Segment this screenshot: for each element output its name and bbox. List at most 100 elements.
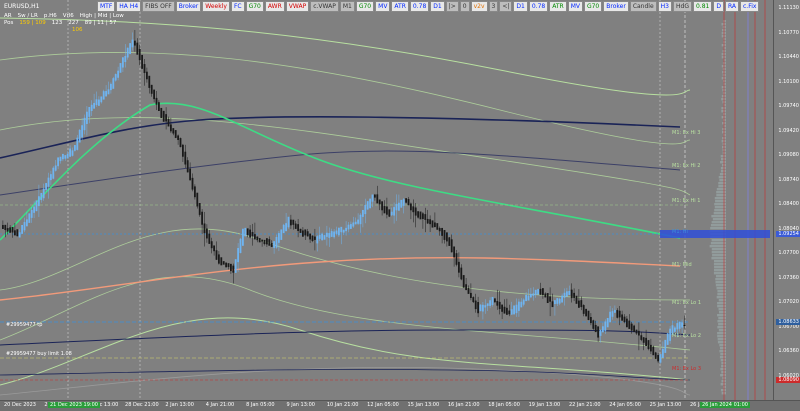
toolbar-button-g70[interactable]: G70	[583, 1, 603, 12]
toolbar-button--[interactable]: <|	[499, 1, 513, 12]
candle-body	[225, 262, 227, 268]
time-tick: 10 Jan 21:00	[326, 402, 359, 408]
toolbar-button-mtf[interactable]: MTF	[97, 1, 116, 12]
candle-body	[477, 302, 479, 314]
toolbar-button-awr[interactable]: AWR	[264, 1, 285, 12]
toolbar-button-0[interactable]: 0	[459, 1, 470, 12]
candle-body	[376, 194, 379, 204]
candle-body	[285, 223, 287, 232]
candle-body	[383, 206, 386, 214]
candle-body	[47, 177, 50, 187]
toolbar-button-c-vwap[interactable]: c.VWAP	[310, 1, 339, 12]
candle-body	[628, 320, 631, 329]
time-axis: 20 Dec 202321 Dec 13:0027 Dec 13:0028 De…	[0, 400, 800, 411]
toolbar-button-v2v[interactable]: v2v	[470, 1, 488, 12]
candle-body	[479, 304, 482, 312]
candle-body	[83, 117, 86, 131]
toolbar-button-g70[interactable]: G70	[355, 1, 375, 12]
toolbar-button-0-78[interactable]: 0.78	[528, 1, 549, 12]
toolbar-button-atr[interactable]: ATR	[549, 1, 567, 12]
candle-body	[489, 300, 491, 306]
candle-body	[263, 239, 266, 245]
toolbar-button-broker[interactable]: Broker	[603, 1, 629, 12]
candle-body	[167, 118, 170, 127]
candle-body	[215, 250, 218, 260]
volume-profile-bar	[717, 320, 726, 323]
toolbar-button-hdg[interactable]: HdG	[673, 1, 692, 12]
volume-profile-bar	[722, 92, 726, 95]
toolbar-button-fc[interactable]: FC	[230, 1, 245, 12]
volume-profile-bar	[720, 170, 726, 173]
candle-body	[633, 325, 635, 332]
toolbar-button-m1[interactable]: M1	[339, 1, 355, 12]
toolbar-button-0-78[interactable]: 0.78	[409, 1, 430, 12]
candle-body	[196, 192, 199, 207]
volume-profile-bar	[718, 323, 726, 326]
candle-body	[482, 304, 484, 312]
toolbar-button-d1[interactable]: D1	[430, 1, 445, 12]
volume-profile-bar	[718, 176, 726, 179]
candle-body	[359, 214, 362, 225]
toolbar-button-mv[interactable]: MV	[375, 1, 391, 12]
candle-body	[155, 97, 158, 105]
toolbar-button-vwap[interactable]: VWAP	[285, 1, 310, 12]
candle-body	[335, 230, 338, 234]
candle-body	[381, 201, 383, 211]
candle-body	[122, 57, 124, 68]
candle-body	[256, 236, 259, 241]
candle-body	[438, 227, 441, 232]
candle-body	[623, 316, 626, 323]
toolbar-button-atr[interactable]: ATR	[391, 1, 409, 12]
toolbar-button-c-fix[interactable]: c.Fix	[740, 1, 760, 12]
toolbar-button-ra[interactable]: RA	[724, 1, 739, 12]
volume-profile-bar	[716, 194, 726, 197]
candle-body	[664, 339, 667, 353]
candle-body	[172, 128, 175, 134]
toolbar-button-broker[interactable]: Broker	[175, 1, 202, 12]
candle-body	[549, 296, 551, 302]
toolbar-button-h3[interactable]: H3	[657, 1, 672, 12]
candle-body	[419, 211, 422, 220]
toolbar-button-ha-h4[interactable]: HA H4	[116, 1, 142, 12]
candle-body	[95, 99, 98, 106]
toolbar-button-fibs-off[interactable]: FIBS OFF	[142, 1, 175, 12]
toolbar-button-3[interactable]: 3	[488, 1, 499, 12]
candle-body	[21, 224, 23, 234]
chart-area[interactable]: EURUSD,H1 AR Sw / LR p.H6 Vrl6 High | Mi…	[0, 0, 773, 400]
toolbar-button-mv[interactable]: MV	[567, 1, 583, 12]
candle-body	[28, 213, 31, 223]
candle-body	[174, 130, 177, 138]
toolbar-button--[interactable]: |>	[445, 1, 459, 12]
toolbar-button-candle[interactable]: Candle	[629, 1, 657, 12]
candle-body	[328, 233, 331, 238]
candle-body	[561, 295, 563, 303]
candle-body	[86, 111, 88, 124]
time-tick: 24 Jan 05:00	[609, 402, 641, 408]
candle-body	[340, 226, 343, 233]
candle-body	[134, 40, 136, 46]
candle-body	[64, 155, 67, 159]
candle-body	[201, 211, 203, 225]
candle-body	[162, 110, 165, 122]
candle-body	[503, 306, 506, 314]
toolbar-button-0-81[interactable]: 0.81	[692, 1, 713, 12]
candle-body	[158, 102, 160, 111]
volume-profile-bar	[719, 356, 726, 359]
time-tick: 19 Jan 13:00	[528, 402, 561, 408]
toolbar-button-d[interactable]: D	[713, 1, 724, 12]
volume-profile-bar	[710, 227, 726, 230]
toolbar-button-weekly[interactable]: Weekly	[202, 1, 230, 12]
volume-profile-bar	[720, 155, 726, 158]
stats-header: AR Sw / LR p.H6 Vrl6 High | Mid | Low	[4, 13, 124, 20]
candle-body	[146, 71, 148, 80]
candle-body	[131, 39, 134, 48]
candle-body	[153, 89, 155, 100]
candle-body	[18, 232, 21, 238]
time-tick: 4 Jan 21:00	[205, 402, 235, 408]
toolbar-button-g70[interactable]: G70	[245, 1, 264, 12]
volume-profile-bar	[723, 41, 726, 44]
toolbar-button-d1[interactable]: D1	[513, 1, 528, 12]
candle-body	[78, 129, 81, 143]
time-tick: 9 Jan 13:00	[286, 402, 315, 408]
volume-profile-bar	[714, 197, 726, 200]
